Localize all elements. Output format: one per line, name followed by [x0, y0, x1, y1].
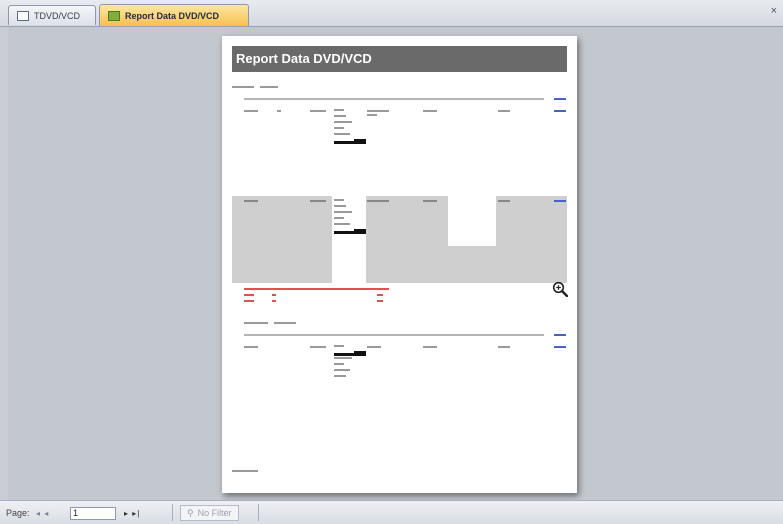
document-tab-bar: TDVD/VCD Report Data DVD/VCD × — [0, 0, 783, 27]
row-text — [423, 346, 437, 348]
report-title: Report Data DVD/VCD — [232, 46, 567, 72]
report-footer-text — [232, 470, 258, 472]
zoom-cursor-icon — [552, 281, 568, 297]
row-text — [244, 200, 258, 202]
row-text — [310, 200, 326, 202]
view-link[interactable] — [554, 346, 566, 348]
close-icon[interactable]: × — [771, 5, 777, 17]
summary-text — [377, 300, 383, 302]
row-text — [367, 114, 377, 116]
tab-tdvd-vcd[interactable]: TDVD/VCD — [8, 5, 96, 25]
genre-list — [334, 108, 366, 145]
summary-text — [244, 294, 254, 296]
first-prev-page-buttons[interactable]: ◂ ◂ — [36, 506, 49, 520]
filter-label: No Filter — [197, 508, 232, 518]
row-text — [498, 110, 510, 112]
row-text — [310, 346, 326, 348]
tab-label: TDVD/VCD — [34, 10, 81, 21]
summary-text — [244, 300, 254, 302]
tab-label: Report Data DVD/VCD — [125, 10, 220, 21]
group-header-text — [260, 86, 278, 88]
view-link[interactable] — [554, 110, 566, 112]
group-header-text — [232, 86, 254, 88]
record-navigation-bar: Page: ◂ ◂ 1 ▸ ▸| ⚲ No Filter — [0, 500, 783, 524]
row-text — [498, 200, 510, 202]
page-label: Page: — [6, 508, 30, 518]
view-link[interactable] — [554, 200, 566, 202]
summary-text — [244, 288, 389, 290]
row-text — [310, 110, 326, 112]
table-icon — [17, 10, 29, 21]
row-text — [244, 346, 258, 348]
row-text — [367, 200, 389, 202]
page-number-input[interactable]: 1 — [70, 506, 116, 520]
view-link[interactable] — [554, 98, 566, 100]
divider — [172, 504, 173, 521]
report-page[interactable]: Report Data DVD/VCD — [222, 36, 577, 493]
cover-image — [448, 196, 496, 246]
summary-text — [377, 294, 383, 296]
filter-icon: ⚲ — [187, 507, 194, 518]
tab-report-data-dvd-vcd[interactable]: Report Data DVD/VCD — [99, 4, 249, 26]
next-last-page-buttons[interactable]: ▸ ▸| — [124, 506, 140, 520]
row-text — [244, 110, 258, 112]
row-text — [277, 110, 281, 112]
row-text — [498, 346, 510, 348]
summary-text — [272, 300, 276, 302]
group-header-text — [244, 322, 268, 324]
view-link[interactable] — [554, 334, 566, 336]
group-header-text — [274, 322, 296, 324]
row-text — [423, 110, 437, 112]
genre-list — [334, 344, 366, 381]
row-text — [367, 346, 381, 348]
divider — [258, 504, 259, 521]
no-filter-button[interactable]: ⚲ No Filter — [180, 505, 239, 521]
report-icon — [108, 10, 120, 21]
row-highlight-band — [232, 196, 567, 283]
column-headers-row — [244, 334, 544, 336]
row-text — [423, 200, 437, 202]
column-headers-row — [244, 98, 544, 100]
row-text — [367, 110, 389, 112]
genre-list — [334, 198, 366, 235]
summary-text — [272, 294, 276, 296]
